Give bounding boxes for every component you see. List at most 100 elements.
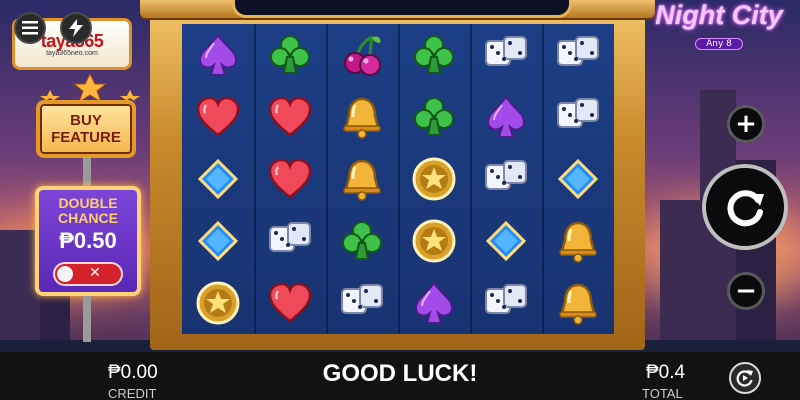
reel-cell bbox=[182, 24, 254, 86]
club-icon bbox=[408, 91, 460, 143]
reel-cell bbox=[326, 272, 398, 334]
star-icon bbox=[192, 277, 244, 329]
reel-cell bbox=[542, 272, 614, 334]
reel-cell bbox=[326, 148, 398, 210]
star-icon bbox=[408, 215, 460, 267]
reel-cell bbox=[254, 86, 326, 148]
total-bet-value: ₱0.4 bbox=[646, 362, 686, 383]
reel-cell bbox=[398, 148, 470, 210]
diamond-icon bbox=[552, 153, 604, 205]
reel-cell bbox=[470, 210, 542, 272]
reel-cell bbox=[398, 210, 470, 272]
autoplay-button[interactable] bbox=[729, 362, 761, 394]
buy-feature-label: BUY FEATURE bbox=[51, 112, 121, 146]
reel-cell bbox=[398, 272, 470, 334]
club-icon bbox=[336, 215, 388, 267]
game-stage: taya365 taya365neo.com BUY FEATURE DOUBL… bbox=[0, 0, 800, 400]
heart-icon bbox=[264, 277, 316, 329]
club-icon bbox=[264, 29, 316, 81]
autoplay-icon bbox=[736, 370, 753, 387]
reel-cell bbox=[326, 24, 398, 86]
lightning-icon bbox=[69, 19, 83, 37]
double-chance-panel: DOUBLE CHANCE ₱0.50 ✕ bbox=[35, 186, 141, 296]
reel-divider bbox=[542, 24, 544, 334]
credit-label: CREDIT bbox=[108, 386, 157, 400]
reel-cell bbox=[254, 272, 326, 334]
dice-icon bbox=[480, 29, 532, 81]
cherry-icon bbox=[336, 29, 388, 81]
reel-cell bbox=[182, 272, 254, 334]
credit-value: ₱0.00 bbox=[108, 362, 158, 383]
spin-icon bbox=[727, 190, 764, 227]
reel-divider bbox=[398, 24, 400, 334]
dice-icon bbox=[552, 29, 604, 81]
diamond-icon bbox=[480, 215, 532, 267]
star-icon bbox=[408, 153, 460, 205]
reel-divider bbox=[254, 24, 256, 334]
statue-silhouette bbox=[660, 200, 702, 340]
dice-icon bbox=[480, 153, 532, 205]
total-bet-label: TOTAL bbox=[642, 386, 683, 400]
game-title-badge: Any 8 bbox=[695, 38, 743, 50]
toggle-knob bbox=[57, 266, 73, 282]
reel-cell bbox=[254, 24, 326, 86]
reel-cell bbox=[542, 148, 614, 210]
reel-cell bbox=[254, 148, 326, 210]
reel-cell bbox=[326, 86, 398, 148]
spade-icon bbox=[192, 29, 244, 81]
dice-icon bbox=[336, 277, 388, 329]
bell-icon bbox=[552, 277, 604, 329]
spade-icon bbox=[480, 91, 532, 143]
heart-icon bbox=[264, 153, 316, 205]
increase-bet-button[interactable]: + bbox=[727, 105, 765, 143]
logo-url: taya365neo.com bbox=[46, 50, 98, 57]
dice-icon bbox=[480, 277, 532, 329]
frame-top-plate bbox=[232, 0, 572, 18]
sign-pole bbox=[83, 296, 91, 342]
reel-cell bbox=[542, 86, 614, 148]
double-chance-amount: ₱0.50 bbox=[59, 228, 117, 253]
bell-icon bbox=[336, 91, 388, 143]
spade-icon bbox=[408, 277, 460, 329]
double-chance-toggle[interactable]: ✕ bbox=[53, 262, 123, 286]
reel-cell bbox=[182, 86, 254, 148]
reel-cell bbox=[470, 272, 542, 334]
stars-decoration bbox=[40, 72, 140, 102]
reel-cell bbox=[398, 24, 470, 86]
minus-icon: − bbox=[735, 276, 757, 306]
reel-cell bbox=[470, 148, 542, 210]
dice-icon bbox=[552, 91, 604, 143]
spin-button[interactable] bbox=[702, 164, 788, 250]
dice-icon bbox=[264, 215, 316, 267]
reel-cell bbox=[470, 24, 542, 86]
menu-icon bbox=[22, 21, 38, 35]
status-message: GOOD LUCK! bbox=[322, 360, 478, 387]
reel-cell bbox=[542, 24, 614, 86]
reel-cell bbox=[254, 210, 326, 272]
diamond-icon bbox=[192, 153, 244, 205]
reel-divider bbox=[470, 24, 472, 334]
game-title: Night City Any 8 bbox=[644, 0, 794, 50]
reel-cell bbox=[470, 86, 542, 148]
heart-icon bbox=[264, 91, 316, 143]
turbo-button[interactable] bbox=[60, 12, 92, 44]
reel-cell bbox=[326, 210, 398, 272]
double-chance-label: DOUBLE CHANCE bbox=[58, 195, 118, 226]
heart-icon bbox=[192, 91, 244, 143]
reel-cell bbox=[542, 210, 614, 272]
reel-divider bbox=[326, 24, 328, 334]
reel-cell bbox=[182, 148, 254, 210]
reel-cell bbox=[398, 86, 470, 148]
building bbox=[0, 230, 40, 340]
diamond-icon bbox=[192, 215, 244, 267]
buy-feature-button[interactable]: BUY FEATURE bbox=[36, 100, 136, 158]
reel-cell bbox=[182, 210, 254, 272]
bell-icon bbox=[336, 153, 388, 205]
menu-button[interactable] bbox=[14, 12, 46, 44]
x-icon: ✕ bbox=[89, 265, 101, 281]
decrease-bet-button[interactable]: − bbox=[727, 272, 765, 310]
bell-icon bbox=[552, 215, 604, 267]
plus-icon: + bbox=[735, 109, 757, 139]
club-icon bbox=[408, 29, 460, 81]
game-title-text: Night City bbox=[655, 0, 783, 30]
